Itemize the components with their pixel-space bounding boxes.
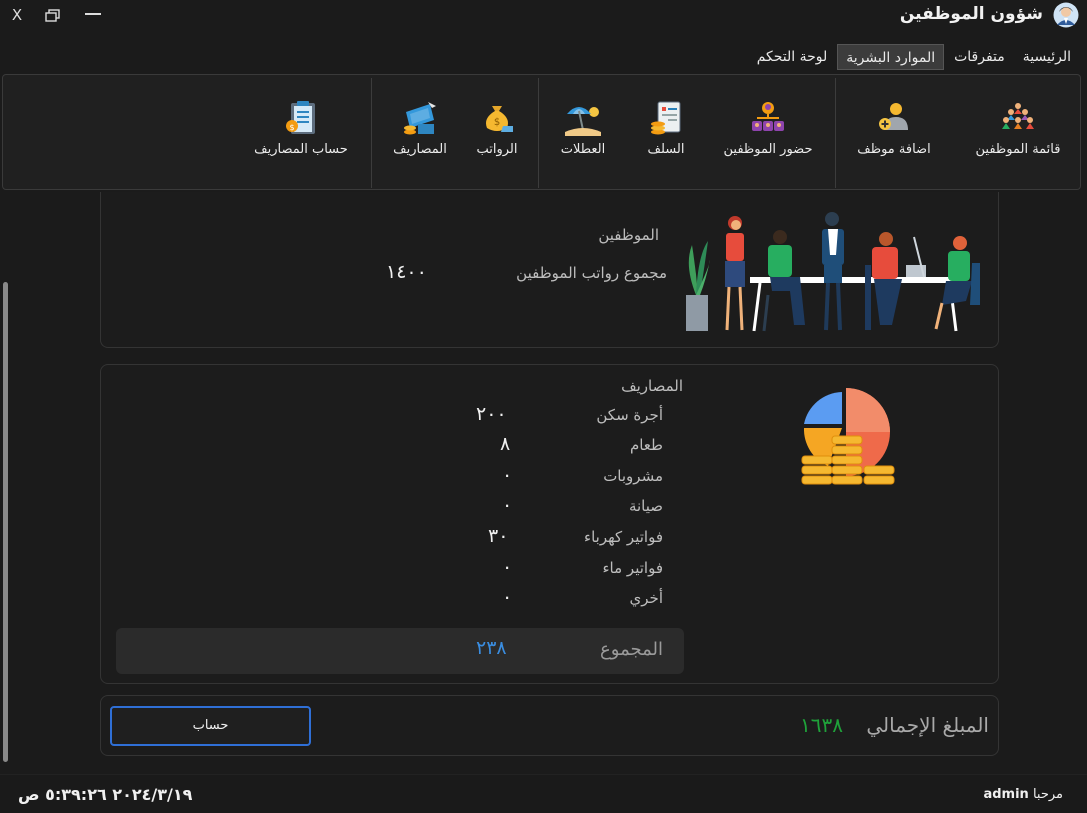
salaries-value: ١٤٠٠ <box>386 261 427 283</box>
money-bag-icon: $ <box>486 106 513 132</box>
menu-hr[interactable]: الموارد البشرية <box>837 44 945 70</box>
grand-total-label: المبلغ الإجمالي <box>866 713 989 737</box>
ribbon-label: السلف <box>647 142 685 157</box>
minimize-icon <box>85 13 101 15</box>
people-group-icon <box>1002 103 1034 129</box>
menu-misc[interactable]: متفرقات <box>946 44 1013 70</box>
expenses-total-label: المجموع <box>600 639 663 660</box>
ribbon-separator <box>835 78 836 188</box>
salaries-label: مجموع رواتب الموظفين <box>516 264 667 282</box>
ribbon-loans[interactable]: السلف <box>636 100 696 157</box>
ribbon-label: حضور الموظفين <box>723 142 813 157</box>
expense-value-food: ٨ <box>500 433 511 455</box>
restore-button[interactable] <box>36 4 70 28</box>
expenses-title: المصاريف <box>621 377 683 395</box>
beach-umbrella-icon <box>565 107 601 136</box>
ribbon-label: العطلات <box>560 142 606 157</box>
menu-bar: الرئيسية متفرقات الموارد البشرية لوحة ال… <box>749 44 1079 70</box>
expense-value-electricity: ٣٠ <box>488 525 509 547</box>
org-chart-icon <box>752 102 784 131</box>
close-button[interactable]: X <box>0 4 34 28</box>
ribbon-label: الرواتب <box>476 142 518 157</box>
ribbon-label: المصاريف <box>393 142 447 157</box>
svg-text:$: $ <box>289 123 294 132</box>
ribbon-label: قائمة الموظفين <box>975 142 1061 157</box>
expense-value-drinks: ٠ <box>502 464 513 486</box>
loan-invoice-icon <box>651 101 681 135</box>
expense-value-other: ٠ <box>502 586 513 608</box>
datetime-text: ٢٠٢٤/٣/١٩ ٥:٣٩:٢٦ ص <box>18 785 193 804</box>
expenses-total-value: ٢٣٨ <box>476 637 507 659</box>
minimize-button[interactable] <box>76 4 110 28</box>
add-user-icon <box>879 103 908 130</box>
grand-total-value: ١٦٣٨ <box>800 713 843 737</box>
ribbon-expenses[interactable]: المصاريف <box>384 100 456 157</box>
expense-label-drinks: مشروبات <box>603 467 663 485</box>
welcome-text: مرحبا admin <box>983 787 1063 802</box>
restore-icon <box>45 9 60 22</box>
ribbon-add-employee[interactable]: اضافة موظف <box>846 100 942 157</box>
expense-label-rent: أجرة سكن <box>596 406 663 424</box>
svg-text:$: $ <box>494 117 500 128</box>
employees-title: الموظفين <box>598 226 659 244</box>
ribbon-salaries[interactable]: $ الرواتب <box>467 100 527 157</box>
menu-home[interactable]: الرئيسية <box>1015 44 1079 70</box>
pie-coins-icon <box>801 388 895 485</box>
welcome-label: مرحبا <box>1032 787 1063 802</box>
expense-label-maintenance: صيانة <box>628 497 663 515</box>
ribbon-label: اضافة موظف <box>857 142 931 157</box>
calculator-clipboard-icon: $ <box>286 101 315 134</box>
scrollbar-thumb[interactable] <box>3 282 8 762</box>
user-avatar-icon <box>1053 2 1079 28</box>
app-title: شؤون الموظفين <box>899 4 1043 24</box>
expense-label-electricity: فواتير كهرباء <box>584 528 663 546</box>
current-user: admin <box>983 787 1029 802</box>
expense-value-rent: ٢٠٠ <box>476 403 507 425</box>
expense-value-water: ٠ <box>502 556 513 578</box>
expense-label-water: فواتير ماء <box>602 559 664 577</box>
expenses-total-box <box>116 628 684 674</box>
ribbon-attendance[interactable]: حضور الموظفين <box>714 100 822 157</box>
team-meeting-illustration <box>686 212 980 332</box>
expense-value-maintenance: ٠ <box>502 494 513 516</box>
ribbon-employee-list[interactable]: قائمة الموظفين <box>968 100 1068 157</box>
calculate-button[interactable]: حساب <box>110 706 311 746</box>
expenses-icon <box>404 102 436 135</box>
ribbon-separator <box>538 78 539 188</box>
expense-label-other: أخري <box>629 589 663 607</box>
ribbon-separator <box>371 78 372 188</box>
menu-control-panel[interactable]: لوحة التحكم <box>749 44 836 70</box>
ribbon-label: حساب المصاريف <box>254 142 348 157</box>
ribbon-expense-calc[interactable]: $ حساب المصاريف <box>246 100 356 157</box>
ribbon-holidays[interactable]: العطلات <box>551 100 615 157</box>
expense-label-food: طعام <box>629 436 663 454</box>
